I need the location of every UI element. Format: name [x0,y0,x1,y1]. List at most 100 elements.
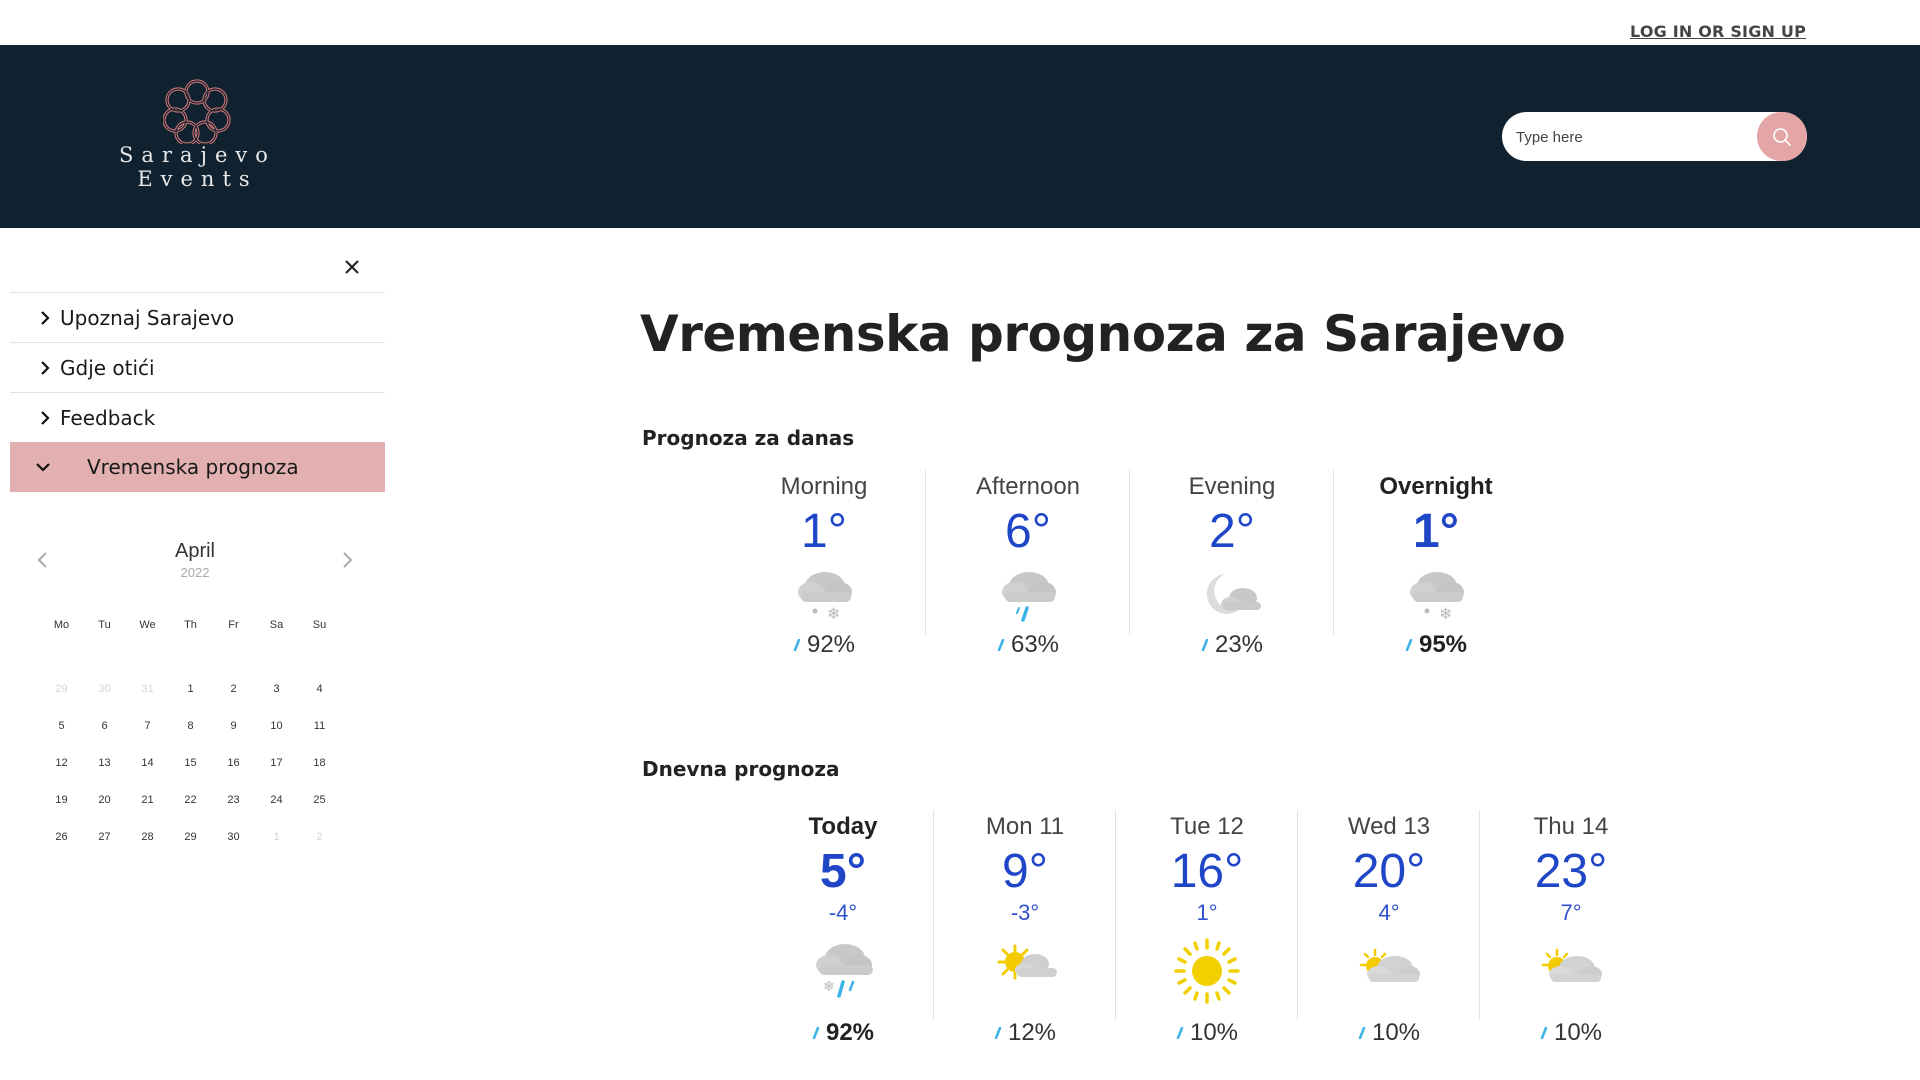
sidebar-item-label: Vremenska prognoza [87,455,299,479]
calendar-next-button[interactable] [337,550,357,570]
precipitation-chance: 92% [722,628,926,662]
today-period-afternoon[interactable]: Afternoon 6° 63% [926,470,1130,665]
sidebar-item-feedback[interactable]: Feedback [10,392,385,442]
raindrop-icon [1176,1027,1184,1039]
search-input[interactable] [1516,124,1756,150]
search-button[interactable] [1757,112,1807,161]
daily-forecast-thu-14[interactable]: Thu 14 23° 7° 10% [1480,810,1662,1065]
period-temperature: 6° [1005,505,1051,558]
calendar-day[interactable]: 30 [212,831,255,843]
weekday-label: Fr [228,619,239,631]
calendar-day[interactable]: 18 [298,757,341,769]
period-label: Morning [780,473,868,500]
calendar-day[interactable]: 8 [169,720,212,732]
sidebar-item-vremenska-prognoza[interactable]: Vremenska prognoza [10,442,385,492]
calendar-day[interactable]: 16 [212,757,255,769]
svg-text:❄: ❄ [823,979,835,995]
weekday-label: Th [184,619,197,631]
calendar-day[interactable]: 10 [255,720,298,732]
calendar-day[interactable]: 2 [298,831,341,843]
calendar-day[interactable]: 9 [212,720,255,732]
site-header: Sarajevo Events [0,45,1920,228]
today-period-morning[interactable]: Morning 1° ❄ 92% [722,470,926,665]
calendar-day[interactable]: 20 [83,794,126,806]
calendar-day[interactable]: 7 [126,720,169,732]
sidebar-item-gdje-otici[interactable]: Gdje otići [10,342,385,392]
precipitation-chance: 23% [1130,628,1334,662]
calendar-day[interactable]: 13 [83,757,126,769]
sidebar-item-upoznaj-sarajevo[interactable]: Upoznaj Sarajevo [10,292,385,342]
login-signup-link[interactable]: LOG IN OR SIGN UP [1630,22,1806,41]
mostly-cloudy-sun-icon [1298,926,1480,1016]
raindrop-icon [793,639,801,651]
daily-forecast-tue-12[interactable]: Tue 12 16° 1° 10% [1116,810,1298,1065]
precipitation-chance: 12% [934,1016,1116,1050]
calendar-grid: Mo Tu We Th Fr Sa Su 29 30 31 1 2 3 4 5 … [40,610,341,855]
calendar-day[interactable]: 14 [126,757,169,769]
top-bar: LOG IN OR SIGN UP [0,0,1920,45]
daily-forecast-mon-11[interactable]: Mon 11 9° -3° 12% [934,810,1116,1065]
calendar-day[interactable]: 19 [40,794,83,806]
raindrop-icon [1540,1027,1548,1039]
precipitation-chance: 10% [1298,1016,1480,1050]
day-low-temperature: -3° [1010,900,1040,925]
calendar-day[interactable]: 2 [212,683,255,695]
calendar-day[interactable]: 1 [255,831,298,843]
calendar-day[interactable]: 5 [40,720,83,732]
precipitation-chance: 95% [1334,628,1538,662]
chevron-down-icon [36,463,50,472]
calendar-day[interactable]: 17 [255,757,298,769]
day-high-temperature: 23° [1534,845,1608,898]
calendar-day[interactable]: 29 [40,683,83,695]
precipitation-chance: 10% [1480,1016,1662,1050]
daily-forecast-wed-13[interactable]: Wed 13 20° 4° 10% [1298,810,1480,1065]
today-period-overnight[interactable]: Overnight 1° ❄ 95% [1334,470,1538,665]
calendar-day[interactable]: 12 [40,757,83,769]
calendar-day[interactable]: 21 [126,794,169,806]
site-logo[interactable]: Sarajevo Events [110,73,285,203]
calendar-day[interactable]: 29 [169,831,212,843]
day-label: Wed 13 [1347,813,1431,840]
weekday-label: Su [312,619,327,631]
calendar-day[interactable]: 24 [255,794,298,806]
calendar-year: 2022 [180,565,210,580]
today-period-evening[interactable]: Evening 2° 23% [1130,470,1334,665]
calendar-weekday-row: Mo Tu We Th Fr Sa Su [40,610,341,640]
raindrop-icon [1201,639,1209,651]
calendar-day[interactable]: 4 [298,683,341,695]
today-forecast-heading: Prognoza za danas [642,426,855,450]
calendar-day[interactable]: 25 [298,794,341,806]
page-title: Vremenska prognoza za Sarajevo [640,305,1566,363]
calendar-day[interactable]: 26 [40,831,83,843]
rain-cloud-icon [926,560,1130,628]
calendar-day[interactable]: 3 [255,683,298,695]
day-high-temperature: 20° [1352,845,1426,898]
sidebar-close-button[interactable] [340,255,364,279]
partly-sunny-icon [934,926,1116,1016]
snow-cloud-icon: ❄ [722,560,926,628]
calendar-day[interactable]: 28 [126,831,169,843]
calendar-month: April [174,540,215,562]
calendar-day[interactable]: 27 [83,831,126,843]
daily-forecast-today[interactable]: Today 5° -4° ❄ 92% [752,810,934,1065]
calendar-day[interactable]: 15 [169,757,212,769]
calendar-day[interactable]: 22 [169,794,212,806]
day-low-temperature: 4° [1378,900,1400,925]
calendar-day[interactable]: 6 [83,720,126,732]
period-label: Overnight [1379,473,1493,500]
calendar-day[interactable]: 11 [298,720,341,732]
calendar-day[interactable]: 31 [126,683,169,695]
chevron-right-icon [41,361,50,375]
precipitation-chance: 10% [1116,1016,1298,1050]
sidebar-menu: Upoznaj Sarajevo Gdje otići Feedback Vre… [10,292,385,492]
precipitation-value: 23% [1214,631,1264,658]
calendar-day[interactable]: 23 [212,794,255,806]
raindrop-icon [997,639,1005,651]
knot-logo-icon [163,79,231,144]
calendar-day[interactable]: 30 [83,683,126,695]
brand-name: Sarajevo Events [110,143,285,191]
day-high-temperature: 9° [1002,845,1048,898]
daily-forecast-heading: Dnevna prognoza [642,757,840,781]
period-label: Afternoon [975,473,1081,500]
calendar-day[interactable]: 1 [169,683,212,695]
